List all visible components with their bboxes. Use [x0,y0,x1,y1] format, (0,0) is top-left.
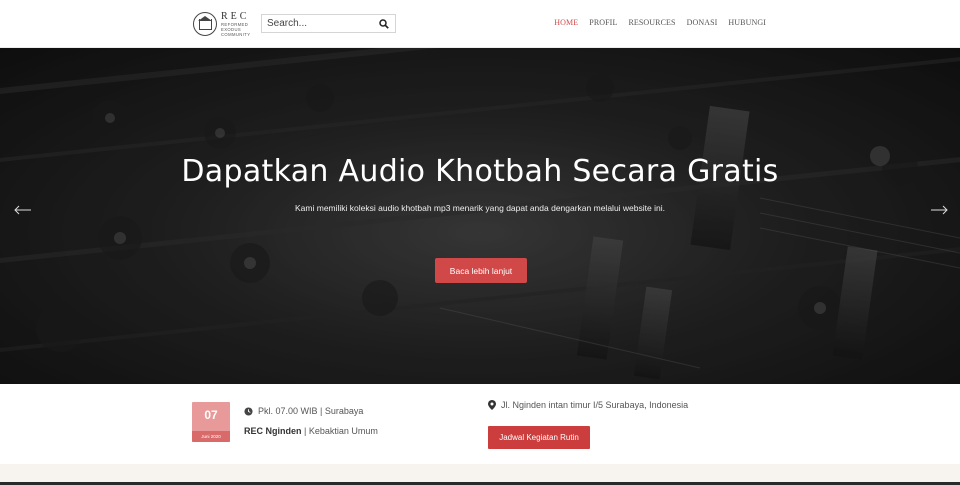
event-location: Jl. Nginden intan timur I/5 Surabaya, In… [488,400,688,410]
arrow-left-icon[interactable] [14,204,32,216]
event-month: Juni 2020 [192,431,230,442]
event-day: 07 [204,408,218,422]
search-icon [379,18,389,29]
hero-overlay [0,48,960,384]
nav-home[interactable]: HOME [554,18,578,27]
church-logo-icon [193,12,217,36]
event-time-text: Pkl. 07.00 WIB | Surabaya [258,406,364,416]
nav-hubungi[interactable]: HUBUNGI [728,18,766,27]
event-date-badge: 07 Juni 2020 [192,402,230,442]
nav-resources[interactable]: RESOURCES [628,18,675,27]
clock-icon [244,406,253,416]
logo-text: REC REFORMED EXODUS COMMUNITY [221,10,251,37]
logo-subtitle-3: COMMUNITY [221,31,251,37]
main-nav: HOME PROFIL RESOURCES DONASI HUBUNGI [543,18,766,27]
search-button[interactable] [374,15,394,32]
hero-title: Dapatkan Audio Khotbah Secara Gratis [181,154,779,189]
schedule-button[interactable]: Jadwal Kegiatan Rutin [488,426,590,449]
hero-slider: Dapatkan Audio Khotbah Secara Gratis Kam… [0,48,960,384]
read-more-button[interactable]: Baca lebih lanjut [435,258,527,283]
logo-mark-text: REC [221,10,250,22]
hero-subtitle: Kami memiliki koleksi audio khotbah mp3 … [295,203,665,213]
event-time: Pkl. 07.00 WIB | Surabaya [244,406,363,416]
nav-profil[interactable]: PROFIL [589,18,617,27]
event-title: REC Nginden | Kebaktian Umum [244,426,378,436]
event-category: Kebaktian Umum [308,426,378,436]
search-box [261,14,396,33]
site-logo[interactable]: REC REFORMED EXODUS COMMUNITY [193,10,250,38]
event-info: 07 Juni 2020 Pkl. 07.00 WIB | Surabaya R… [0,384,960,464]
nav-donasi[interactable]: DONASI [687,18,718,27]
search-input[interactable] [262,15,374,32]
site-header: REC REFORMED EXODUS COMMUNITY HOME PROFI… [0,0,960,48]
event-place: REC Nginden [244,426,302,436]
arrow-right-icon[interactable] [930,204,948,216]
map-pin-icon [488,400,496,410]
event-location-text: Jl. Nginden intan timur I/5 Surabaya, In… [501,400,689,410]
